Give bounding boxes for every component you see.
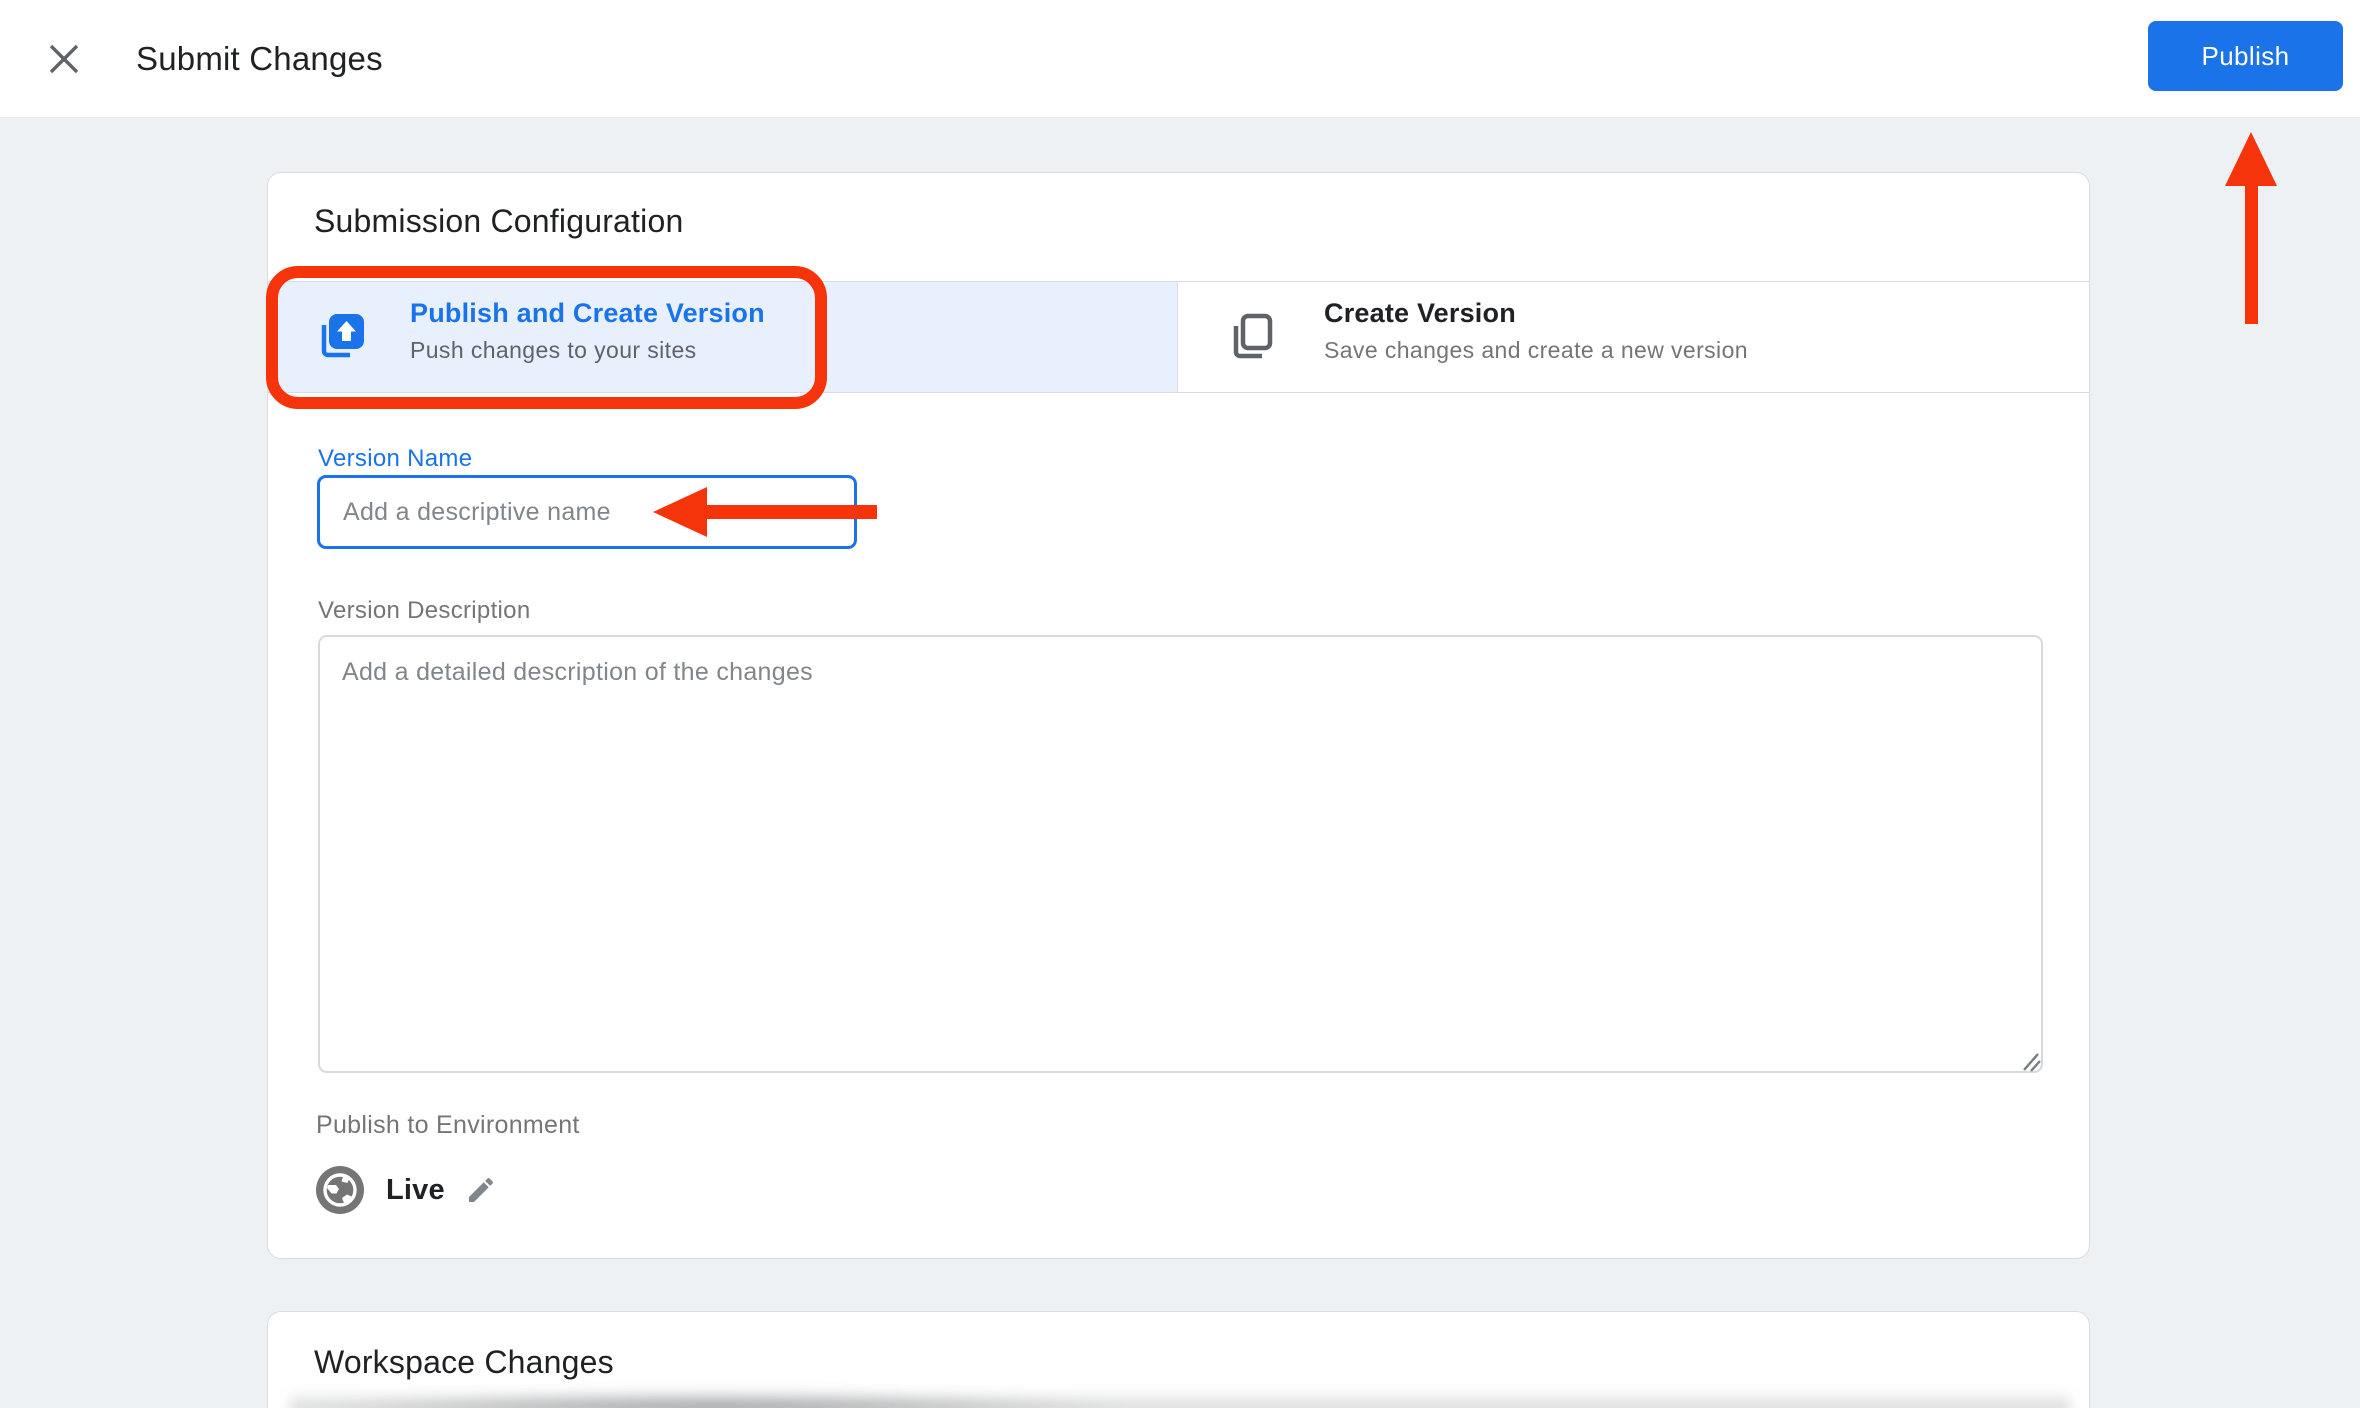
option-create-version[interactable]: Create Version Save changes and create a…: [1177, 282, 2089, 392]
environment-value: Live: [386, 1174, 445, 1207]
top-bar: Submit Changes Publish: [0, 0, 2360, 118]
globe-icon: [315, 1165, 365, 1220]
publish-to-environment-label: Publish to Environment: [316, 1111, 580, 1140]
publish-upload-icon: [316, 313, 364, 366]
card-title: Workspace Changes: [314, 1344, 614, 1381]
option-publish-and-create-version[interactable]: Publish and Create Version Push changes …: [268, 282, 1177, 392]
option-subtitle: Save changes and create a new version: [1324, 337, 1748, 364]
workspace-changes-card: Workspace Changes: [267, 1311, 2090, 1408]
option-text: Publish and Create Version Push changes …: [410, 298, 765, 364]
submission-configuration-card: Submission Configuration Publish and Cre…: [267, 172, 2090, 1259]
page-title: Submit Changes: [136, 40, 383, 78]
card-title: Submission Configuration: [314, 203, 683, 240]
option-title: Publish and Create Version: [410, 298, 765, 329]
option-text: Create Version Save changes and create a…: [1324, 298, 1748, 364]
close-button[interactable]: [44, 40, 84, 80]
submission-options-row: Publish and Create Version Push changes …: [268, 281, 2089, 393]
close-icon: [46, 65, 82, 80]
copy-pages-icon: [1228, 313, 1276, 366]
version-description-textarea[interactable]: [318, 635, 2043, 1073]
version-description-label: Version Description: [318, 597, 530, 625]
annotation-arrow-up-icon: [2216, 124, 2286, 339]
pencil-icon[interactable]: [465, 1174, 497, 1211]
version-name-input[interactable]: [317, 475, 857, 549]
publish-button[interactable]: Publish: [2148, 21, 2343, 91]
option-title: Create Version: [1324, 298, 1748, 329]
option-subtitle: Push changes to your sites: [410, 337, 765, 364]
version-name-label: Version Name: [318, 445, 472, 473]
